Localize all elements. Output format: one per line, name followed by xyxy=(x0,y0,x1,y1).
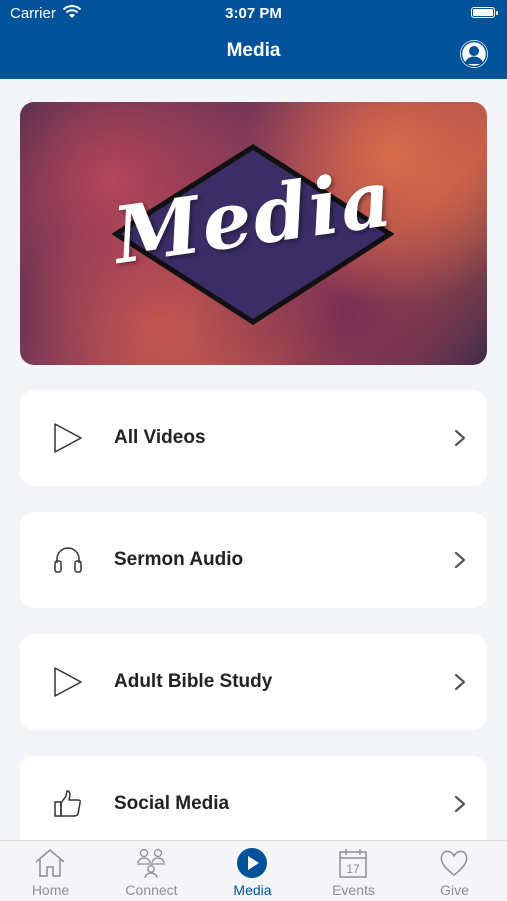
menu-item-label: Sermon Audio xyxy=(114,549,244,570)
tab-bar: Home Connect Media 17 Events Give xyxy=(0,840,507,901)
tab-events[interactable]: 17 Events xyxy=(303,841,404,901)
tab-label: Home xyxy=(31,882,70,898)
tab-connect[interactable]: Connect xyxy=(101,841,202,901)
menu-item-sermon-audio[interactable]: Sermon Audio xyxy=(20,512,487,608)
tab-label: Events xyxy=(332,882,375,898)
play-circle-icon xyxy=(237,848,267,878)
tab-home[interactable]: Home xyxy=(0,841,101,901)
chevron-right-icon xyxy=(454,551,466,569)
tab-label: Media xyxy=(233,882,272,898)
menu-item-label: Adult Bible Study xyxy=(114,671,273,692)
home-icon xyxy=(35,849,65,877)
chevron-right-icon xyxy=(454,673,466,691)
media-banner: Media xyxy=(20,102,487,365)
menu-item-all-videos[interactable]: All Videos xyxy=(20,390,487,486)
menu-item-label: All Videos xyxy=(114,427,206,448)
play-icon xyxy=(54,667,82,697)
thumbs-up-icon xyxy=(54,790,81,817)
heart-icon xyxy=(440,850,468,876)
page-title: Media xyxy=(226,40,281,61)
calendar-day: 17 xyxy=(346,862,360,876)
people-icon xyxy=(137,848,165,879)
battery-icon xyxy=(471,7,498,18)
status-bar: Carrier 3:07 PM xyxy=(0,0,507,28)
tab-label: Connect xyxy=(125,882,178,898)
play-icon xyxy=(54,423,82,453)
clock-time: 3:07 PM xyxy=(225,5,282,22)
header-bar: Carrier 3:07 PM Media xyxy=(0,0,507,79)
tab-label: Give xyxy=(440,882,469,898)
chevron-right-icon xyxy=(454,795,466,813)
menu-item-adult-bible-study[interactable]: Adult Bible Study xyxy=(20,634,487,730)
calendar-icon: 17 xyxy=(339,849,367,878)
menu-item-social-media[interactable]: Social Media xyxy=(20,756,487,852)
tab-media[interactable]: Media xyxy=(202,841,303,901)
chevron-right-icon xyxy=(454,429,466,447)
headphones-icon xyxy=(54,547,82,573)
menu-item-label: Social Media xyxy=(114,793,230,814)
tab-give[interactable]: Give xyxy=(404,841,505,901)
profile-icon[interactable] xyxy=(460,40,488,68)
